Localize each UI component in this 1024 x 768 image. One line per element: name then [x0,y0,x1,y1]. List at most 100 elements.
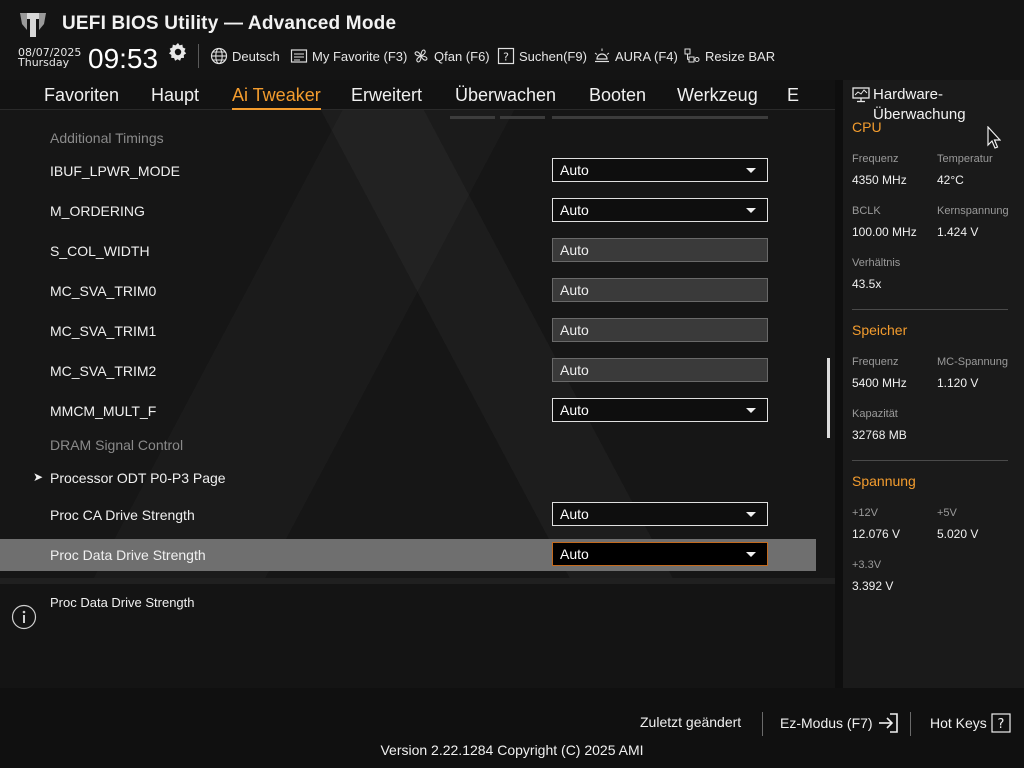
tab-booten[interactable]: Booten [589,85,646,106]
cpu-freq-value: 4350 MHz [852,173,907,187]
tab-favoriten[interactable]: Favoriten [44,85,119,106]
mc-sva-trim0-field[interactable]: Auto [552,278,768,302]
section-label: Additional Timings [50,130,164,146]
svg-text:?: ? [503,51,509,64]
tab-erweitert[interactable]: Erweitert [351,85,422,106]
clock: 09:53 [88,43,159,74]
footer: Zuletzt geändert Ez-Modus (F7) Hot Keys … [0,688,1024,768]
setting-label: IBUF_LPWR_MODE [50,163,180,179]
qfan-label: Qfan (F6) [434,48,490,64]
setting-label: M_ORDERING [50,203,145,219]
resize-bar-label: Resize BAR [705,48,776,64]
caret-down-icon [746,512,756,517]
ez-mode-label: Ez-Modus (F7) [780,715,873,731]
mc-sva-trim1-field[interactable]: Auto [552,318,768,342]
proc-data-drive-strength-dropdown[interactable]: Auto [552,542,768,566]
separator [910,712,911,736]
proc-ca-drive-strength-dropdown[interactable]: Auto [552,502,768,526]
mem-freq-label: Frequenz [852,356,899,368]
globe-icon [210,47,228,65]
settings-scrollbar[interactable] [827,358,830,438]
setting-row-s-col-width[interactable]: S_COL_WIDTH Auto [0,235,816,267]
scrolled-row-remnant [450,116,495,119]
mc-sva-trim2-field[interactable]: Auto [552,358,768,382]
info-icon [11,604,37,630]
dropdown-value: Auto [560,506,589,522]
voltage-section-title: Spannung [852,473,916,489]
ez-mode-button[interactable]: Ez-Modus (F7) [780,712,899,734]
memory-section-title: Speicher [852,322,908,338]
setting-row-proc-ca-drive-strength[interactable]: Proc CA Drive Strength Auto [0,499,816,531]
language-label: Deutsch [232,48,280,64]
ratio-label: Verhältnis [852,257,901,269]
setting-row-mmcm-mult-f[interactable]: MMCM_MULT_F Auto [0,395,816,427]
fan-icon [414,49,428,63]
dropdown-value: Auto [560,202,589,218]
tab-exit-partial[interactable]: E [787,85,799,106]
mouse-cursor-icon [987,126,1001,149]
main-nav: Favoriten Haupt Ai Tweaker Erweitert Übe… [0,80,835,110]
tab-ueberwachen[interactable]: Überwachen [455,85,556,106]
last-changed-label: Zuletzt geändert [640,714,742,730]
tab-haupt[interactable]: Haupt [151,85,199,106]
setting-row-proc-data-drive-strength[interactable]: Proc Data Drive Strength Auto [0,539,816,571]
my-favorite-button[interactable]: My Favorite (F3) [290,46,407,66]
v5-label: +5V [937,507,957,519]
app-title: UEFI BIOS Utility — Advanced Mode [62,13,397,34]
favorite-icon [290,49,308,63]
submenu-arrow-icon: ➤ [33,470,44,484]
header: UEFI BIOS Utility — Advanced Mode 08/07/… [0,0,1024,80]
language-button[interactable]: Deutsch [210,46,280,66]
tab-ai-tweaker[interactable]: Ai Tweaker [232,85,321,110]
s-col-width-field[interactable]: Auto [552,238,768,262]
setting-row-ibuf-lpwr-mode[interactable]: IBUF_LPWR_MODE Auto [0,155,816,187]
cpu-freq-label: Frequenz [852,153,899,165]
aura-button[interactable]: AURA (F4) [593,46,678,66]
setting-row-mc-sva-trim1[interactable]: MC_SVA_TRIM1 Auto [0,315,816,347]
aura-light-icon [594,48,610,63]
cpu-temp-value: 42°C [937,173,964,187]
hot-keys-button[interactable]: Hot Keys ? [930,713,1011,733]
v12-value: 12.076 V [852,527,901,541]
m-ordering-dropdown[interactable]: Auto [552,198,768,222]
core-voltage-label: Kernspannung [937,205,1009,217]
hot-keys-label: Hot Keys [930,715,987,731]
qfan-button[interactable]: Qfan (F6) [412,46,490,66]
separator [762,712,763,736]
caret-down-icon [746,408,756,413]
panel-title: Hardware-Überwachung [873,86,966,123]
help-question-icon: ? [991,713,1011,733]
submenu-processor-odt[interactable]: ➤ Processor ODT P0-P3 Page [0,462,816,494]
last-changed-button[interactable]: Zuletzt geändert [640,714,741,730]
search-button[interactable]: ? Suchen(F9) [497,46,587,66]
tab-werkzeug[interactable]: Werkzeug [677,85,758,106]
v5-value: 5.020 V [937,527,979,541]
setting-label: MC_SVA_TRIM1 [50,323,157,339]
scrolled-row-remnant [552,116,768,119]
date-display: 08/07/2025 Thursday [18,47,81,68]
setting-label: Proc Data Drive Strength [50,547,206,563]
dropdown-value: Auto [560,546,589,562]
mmcm-mult-f-dropdown[interactable]: Auto [552,398,768,422]
setting-label: MMCM_MULT_F [50,403,157,419]
hardware-monitor-panel: Hardware-Überwachung CPU Frequenz 4350 M… [843,80,1024,688]
core-voltage-value: 1.424 V [937,225,979,239]
gear-icon[interactable] [168,42,188,62]
capacity-label: Kapazität [852,408,898,420]
section-dram-signal-control: DRAM Signal Control [0,429,816,461]
setting-row-m-ordering[interactable]: M_ORDERING Auto [0,195,816,227]
setting-label: S_COL_WIDTH [50,243,150,259]
ratio-value: 43.5x [852,277,882,291]
setting-row-mc-sva-trim2[interactable]: MC_SVA_TRIM2 Auto [0,355,816,387]
ibuf-lpwr-mode-dropdown[interactable]: Auto [552,158,768,182]
caret-down-icon [746,552,756,557]
my-favorite-label: My Favorite (F3) [312,48,408,64]
help-text: Proc Data Drive Strength [50,595,195,610]
mc-voltage-value: 1.120 V [937,376,979,390]
resize-bar-button[interactable]: Resize BAR [683,46,775,66]
settings-list: Additional Timings IBUF_LPWR_MODE Auto M… [0,110,835,578]
capacity-value: 32768 MB [852,428,907,442]
submenu-label: Processor ODT P0-P3 Page [50,470,226,486]
setting-row-mc-sva-trim0[interactable]: MC_SVA_TRIM0 Auto [0,275,816,307]
version-text: Version 2.22.1284 Copyright (C) 2025 AMI [380,742,644,758]
